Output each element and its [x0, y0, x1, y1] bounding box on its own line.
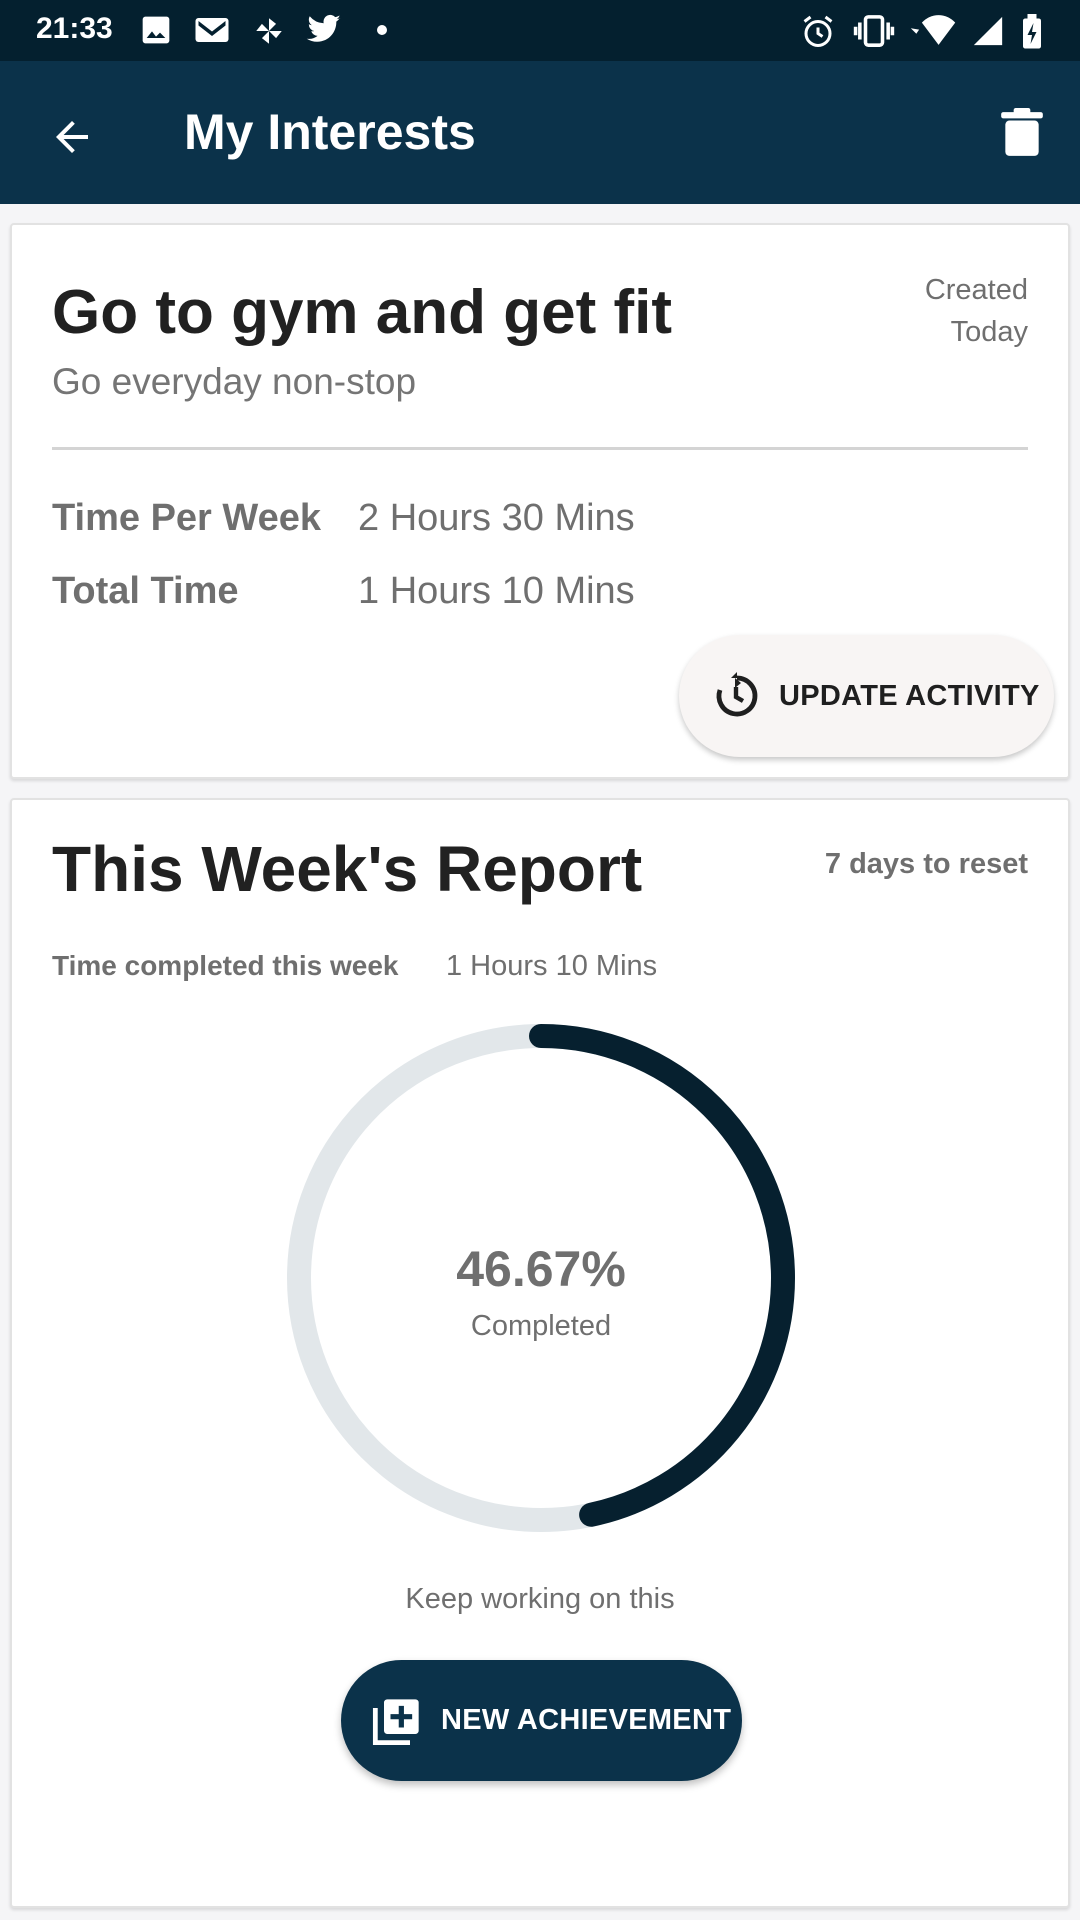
wifi-icon — [910, 15, 956, 45]
image-icon — [142, 16, 170, 44]
add-box-icon — [372, 1698, 419, 1745]
total-time-value: 1 Hours 10 Mins — [358, 570, 635, 612]
back-arrow-icon — [56, 121, 88, 153]
divider — [52, 447, 1028, 450]
app-bar: My Interests — [0, 61, 1080, 204]
report-title: This Week's Report — [52, 833, 643, 905]
new-achievement-button[interactable]: NEW ACHIEVEMENT — [341, 1660, 742, 1781]
time-completed-label: Time completed this week — [52, 950, 399, 981]
progress-percent: 46.67% — [456, 1241, 626, 1297]
total-time-label: Total Time — [52, 570, 239, 612]
progress-label: Completed — [470, 1310, 612, 1342]
time-per-week-label: Time Per Week — [52, 497, 321, 539]
created-value: Today — [950, 316, 1028, 348]
page-title: My Interests — [184, 104, 476, 160]
twitter-icon — [306, 14, 341, 42]
goal-subtitle: Go everyday non-stop — [52, 361, 417, 402]
vibrate-icon — [853, 15, 895, 47]
delete-button[interactable] — [984, 95, 1060, 171]
time-per-week-value: 2 Hours 30 Mins — [358, 497, 635, 539]
progress-ring: 46.67% Completed — [283, 1020, 799, 1536]
trash-icon — [1001, 108, 1043, 156]
gmail-icon — [195, 18, 229, 42]
history-icon — [716, 672, 758, 717]
goal-card: Go to gym and get fit Go everyday non-st… — [10, 223, 1070, 779]
created-info: Created Today — [925, 269, 1028, 353]
alarm-icon — [803, 15, 833, 47]
update-activity-button[interactable]: UPDATE ACTIVITY — [679, 635, 1054, 757]
created-label: Created — [924, 274, 1028, 306]
encouragement-text: Keep working on this — [405, 1583, 675, 1615]
reset-countdown: 7 days to reset — [824, 848, 1028, 880]
back-button[interactable] — [34, 99, 110, 175]
pinwheel-icon — [256, 18, 282, 44]
dot-icon — [377, 25, 387, 35]
time-completed-value: 1 Hours 10 Mins — [446, 950, 658, 982]
signal-icon — [973, 16, 1003, 46]
battery-icon — [1023, 14, 1041, 49]
status-bar: 21:33 — [0, 0, 1080, 61]
update-activity-label: UPDATE ACTIVITY — [779, 679, 1040, 712]
report-card: This Week's Report 7 days to reset Time … — [10, 798, 1070, 1908]
progress-center: 46.67% Completed — [283, 1020, 799, 1536]
new-achievement-label: NEW ACHIEVEMENT — [441, 1704, 732, 1736]
status-time: 21:33 — [36, 12, 113, 45]
goal-title: Go to gym and get fit — [52, 278, 672, 347]
